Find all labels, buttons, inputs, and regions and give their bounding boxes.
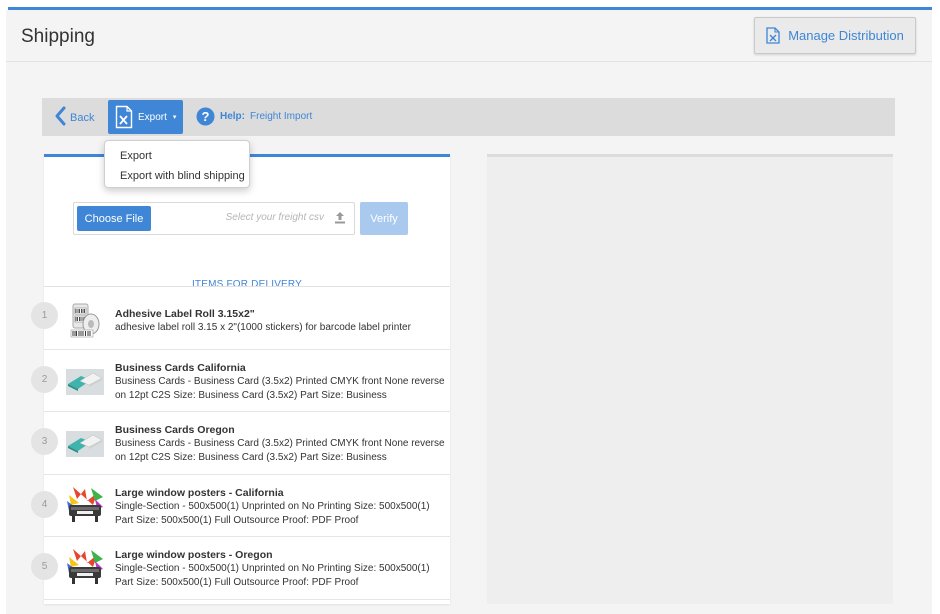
toolbar: Back Export ▾ ? Help: Freight Import — [42, 98, 895, 136]
item-details: Business Cards California Business Cards… — [115, 361, 445, 403]
manage-distribution-button[interactable]: Manage Distribution — [754, 17, 916, 54]
export-dropdown-menu: Export Export with blind shipping — [104, 140, 250, 188]
back-label: Back — [70, 112, 95, 124]
item-description: adhesive label roll 3.15 x 2"(1000 stick… — [115, 322, 411, 333]
item-details: Large window posters - California Single… — [115, 486, 445, 528]
item-description: Business Cards - Business Card (3.5x2) P… — [115, 375, 445, 401]
freight-import-panel: Choose File Select your freight csv Veri… — [31, 154, 450, 604]
list-item: 1 Adhesive Label Roll 3.15x2" adhesive l… — [31, 287, 450, 350]
poster-printer-icon — [67, 486, 103, 522]
menu-item-export[interactable]: Export — [105, 147, 249, 167]
preview-panel — [487, 154, 893, 604]
label-roll-icon — [70, 303, 100, 338]
manage-distribution-label: Manage Distribution — [788, 28, 904, 43]
menu-item-export-blind-shipping[interactable]: Export with blind shipping — [105, 167, 249, 187]
page-header: Shipping Manage Distribution — [6, 10, 932, 62]
help-freight-import-link[interactable]: ? Help: Freight Import — [196, 107, 312, 126]
list-item: 2 Business Cards California Business Car… — [31, 350, 450, 413]
export-dropdown-button[interactable]: Export ▾ — [108, 100, 183, 134]
item-details: Adhesive Label Roll 3.15x2" adhesive lab… — [115, 307, 445, 335]
page-title: Shipping — [21, 26, 95, 47]
item-title: Large window posters - California — [115, 486, 284, 499]
business-cards-icon — [66, 431, 104, 458]
caret-down-icon: ▾ — [172, 114, 177, 121]
chevron-left-icon — [55, 106, 66, 126]
business-cards-icon — [66, 368, 104, 395]
item-number: 2 — [31, 365, 58, 393]
back-button[interactable]: Back — [54, 106, 94, 126]
item-details: Large window posters - Oregon Single-Sec… — [115, 548, 445, 590]
file-placeholder: Select your freight csv — [225, 212, 324, 223]
export-label: Export — [138, 111, 167, 123]
excel-file-icon — [115, 105, 133, 129]
list-item: 3 Business Cards Oregon Business Cards -… — [31, 412, 450, 475]
item-title: Large window posters - Oregon — [115, 549, 273, 562]
item-title: Business Cards Oregon — [115, 424, 235, 437]
item-title: Business Cards California — [115, 361, 246, 374]
poster-printer-icon — [67, 549, 103, 585]
choose-file-button[interactable]: Choose File — [77, 206, 151, 231]
help-label: Freight Import — [250, 111, 313, 122]
help-prefix: Help: — [220, 111, 245, 122]
items-list: 1 Adhesive Label Roll 3.15x2" adhesive l… — [31, 286, 450, 600]
item-number: 3 — [31, 428, 58, 456]
item-number: 4 — [31, 490, 58, 518]
item-title: Adhesive Label Roll 3.15x2" — [115, 308, 255, 320]
item-description: Single-Section - 500x500(1) Unprinted on… — [115, 500, 430, 526]
item-description: Business Cards - Business Card (3.5x2) P… — [115, 438, 445, 464]
item-description: Single-Section - 500x500(1) Unprinted on… — [115, 563, 430, 589]
item-number: 1 — [31, 302, 58, 329]
file-input-group: Choose File Select your freight csv — [73, 202, 355, 235]
question-circle-icon: ? — [196, 107, 215, 126]
verify-button[interactable]: Verify — [360, 202, 408, 235]
item-number: 5 — [31, 553, 58, 581]
excel-file-icon — [766, 27, 780, 44]
item-details: Business Cards Oregon Business Cards - B… — [115, 423, 445, 465]
svg-text:?: ? — [202, 109, 210, 124]
list-item: 5 Large window posters - Oregon Single-S… — [31, 537, 450, 600]
list-item: 4 Large window posters - California Sing… — [31, 475, 450, 538]
upload-icon[interactable] — [334, 211, 346, 224]
